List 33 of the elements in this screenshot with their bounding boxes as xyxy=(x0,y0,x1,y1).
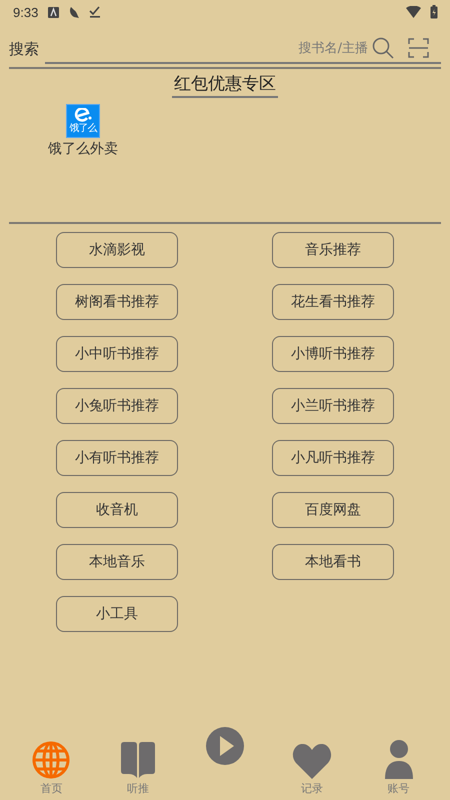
book-icon xyxy=(120,741,156,779)
status-time: 9:33 xyxy=(13,4,38,20)
menu-button[interactable]: 小中听书推荐 xyxy=(56,336,178,372)
heart-icon xyxy=(292,743,332,779)
menu-button[interactable]: 小兔听书推荐 xyxy=(56,388,178,424)
menu-button[interactable]: 花生看书推荐 xyxy=(272,284,394,320)
menu-button[interactable]: 树阁看书推荐 xyxy=(56,284,178,320)
app-shortcut[interactable]: 饿了么 饿了么外卖 xyxy=(48,104,118,158)
wifi-icon xyxy=(406,6,421,18)
menu-button[interactable]: 小凡听书推荐 xyxy=(272,440,394,476)
play-icon xyxy=(204,726,245,766)
globe-icon xyxy=(32,741,70,779)
download-done-icon xyxy=(89,6,102,18)
battery-icon xyxy=(430,5,438,19)
menu-button[interactable]: 小有听书推荐 xyxy=(56,440,178,476)
menu-button[interactable]: 小兰听书推荐 xyxy=(272,388,394,424)
notification-icon xyxy=(48,6,60,18)
search-field[interactable]: 搜书名/主播 xyxy=(45,40,372,56)
menu-button[interactable]: 本地音乐 xyxy=(56,544,178,580)
menu-button[interactable]: 小工具 xyxy=(56,596,178,632)
menu-button[interactable]: 百度网盘 xyxy=(272,492,394,528)
search-icon[interactable] xyxy=(372,37,394,59)
search-label: 搜索 xyxy=(9,40,39,58)
menu-button[interactable]: 音乐推荐 xyxy=(272,232,394,268)
scan-icon[interactable] xyxy=(408,38,429,58)
menu-button[interactable]: 本地看书 xyxy=(272,544,394,580)
menu-button[interactable]: 小博听书推荐 xyxy=(272,336,394,372)
person-icon xyxy=(384,739,413,779)
e-letter-icon xyxy=(74,108,92,124)
menu-button[interactable]: 水滴影视 xyxy=(56,232,178,268)
menu-button[interactable]: 收音机 xyxy=(56,492,178,528)
logo-text: 饿了么 xyxy=(70,124,96,134)
section-title: 红包优惠专区 xyxy=(172,70,278,98)
